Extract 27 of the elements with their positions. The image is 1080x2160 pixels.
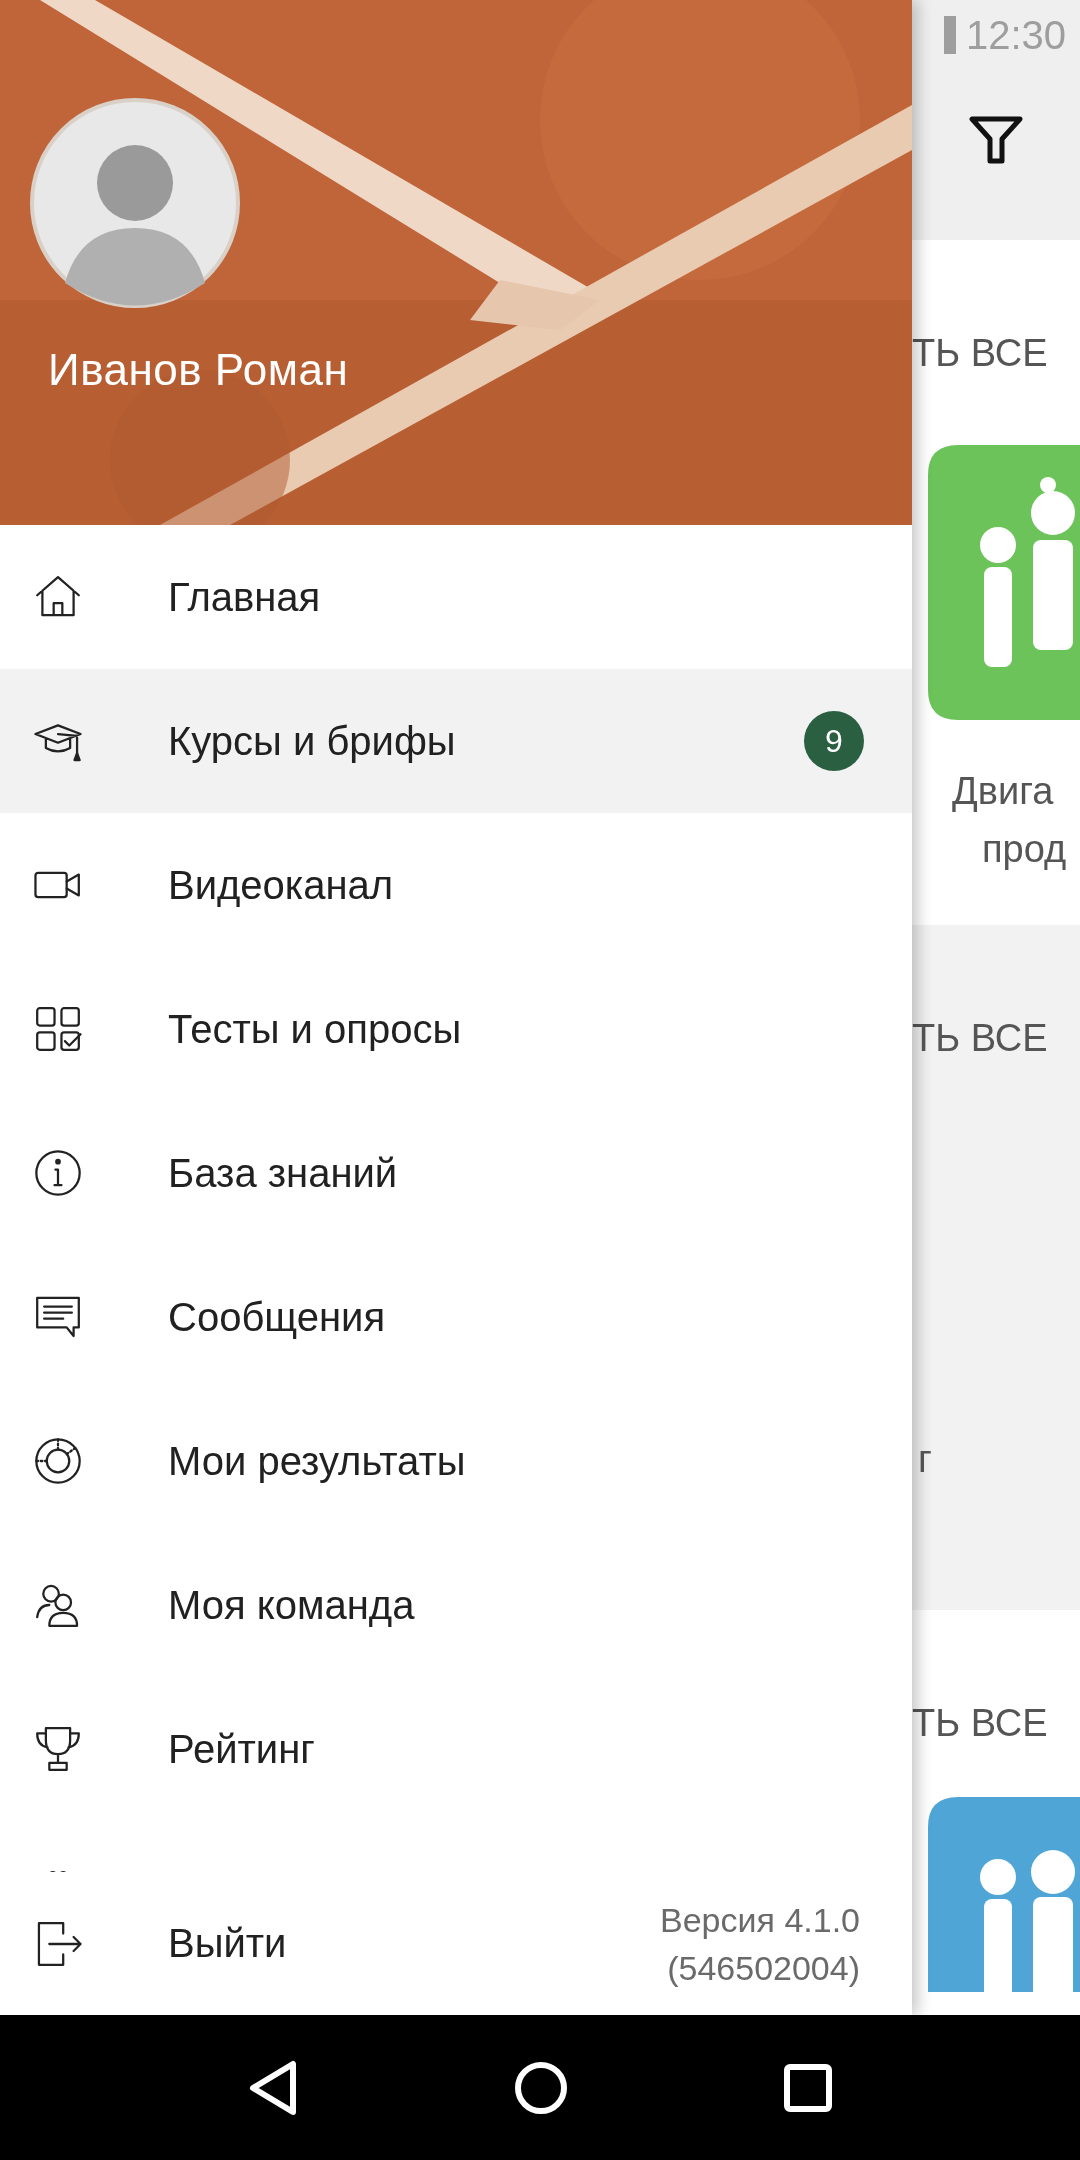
version-text: (546502004)	[666, 1947, 860, 1989]
view-all-link[interactable]: ТЬ ВСЕ	[912, 332, 1048, 375]
menu-item[interactable]: Курсы и брифы 9	[0, 669, 912, 813]
user-name: Иванов Роман	[48, 345, 349, 395]
card-caption: г	[918, 1437, 932, 1482]
chart-circle-icon	[32, 1435, 84, 1487]
menu-item[interactable]: Тесты и опросы	[0, 957, 912, 1101]
status-time: 12:30	[965, 12, 1066, 58]
menu-item[interactable]: База знаний	[0, 1101, 912, 1245]
view-all-link[interactable]: ТЬ ВСЕ	[912, 1017, 1048, 1060]
card-caption: прод	[982, 827, 1067, 872]
battery-icon	[943, 16, 956, 54]
count-badge: 9	[804, 711, 864, 771]
version-text: Версия 4.1.0	[660, 1899, 860, 1941]
info-icon	[32, 1147, 84, 1199]
menu-item[interactable]: Сообщения	[0, 1245, 912, 1389]
home-icon[interactable]	[514, 2060, 568, 2115]
menu-item[interactable]: Главная	[0, 525, 912, 669]
menu-item[interactable]: Видеоканал	[0, 813, 912, 957]
recents-icon[interactable]	[782, 2062, 833, 2113]
menu-item[interactable]: Моя команда	[0, 1533, 912, 1677]
view-all-link[interactable]: ТЬ ВСЕ	[912, 1702, 1048, 1745]
logout-item[interactable]: Выйти	[32, 1917, 661, 1970]
menu-item[interactable]: Рейтинг	[0, 1677, 912, 1821]
menu-item[interactable]: Мои результаты	[0, 1389, 912, 1533]
card-caption: Двига	[952, 769, 1054, 814]
filter-icon[interactable]	[968, 115, 1024, 165]
